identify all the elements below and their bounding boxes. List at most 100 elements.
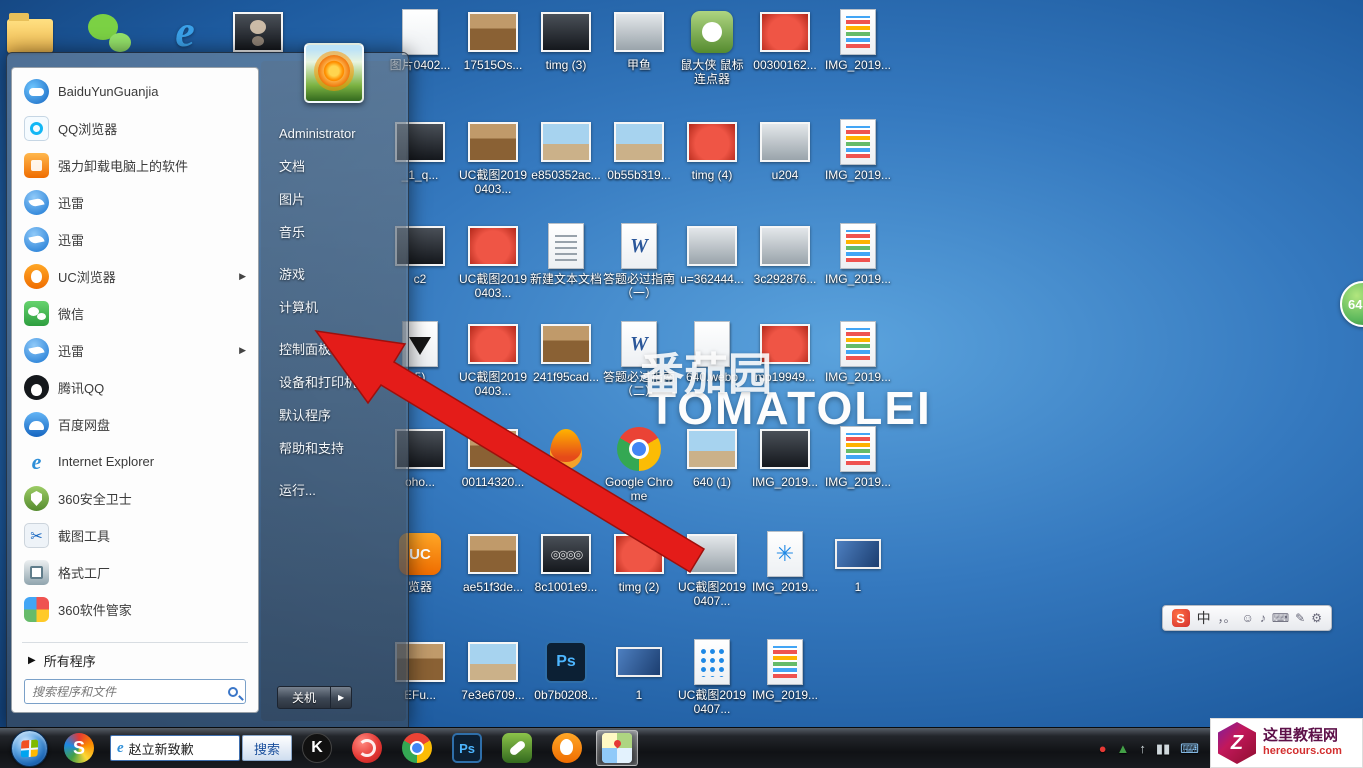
tray-icon-input-keyboard[interactable]: ⌨	[1180, 742, 1199, 755]
desktop-icon[interactable]: IMG_2019...	[749, 425, 821, 490]
desktop-icon[interactable]: 17515Os...	[457, 8, 529, 73]
desktop-icon[interactable]: 7e3e6709...	[457, 638, 529, 703]
start-right-item-documents[interactable]: 文档	[261, 150, 406, 183]
desktop-icon[interactable]: ◎◎◎◎8c1001e9...	[530, 530, 602, 595]
desktop-icon[interactable]: 1	[603, 638, 675, 703]
desktop-icon[interactable]: h...	[530, 425, 602, 490]
taskbar-app-chrome[interactable]	[396, 730, 438, 766]
start-right-item-computer[interactable]: 计算机	[261, 291, 406, 324]
speed-ball-widget[interactable]: 64	[1340, 281, 1363, 327]
taskbar-app-capsule-app[interactable]	[496, 730, 538, 766]
start-right-item-music[interactable]: 音乐	[261, 216, 406, 249]
start-right-item-user-name[interactable]: Administrator	[261, 117, 406, 150]
desktop-icon-internet-explorer[interactable]: e	[149, 8, 221, 56]
desktop-icon[interactable]: IMG_2019...	[822, 118, 894, 183]
desktop-icon[interactable]: UC截图20190403...	[457, 320, 529, 399]
desktop-icon[interactable]: UC截图20190407...	[676, 638, 748, 717]
input-bar-tool-5[interactable]: ⚙	[1311, 611, 1322, 625]
start-menu-item-force-uninstall[interactable]: 强力卸载电脑上的软件	[16, 147, 254, 184]
input-bar-tool-2[interactable]: ♪	[1260, 611, 1266, 625]
desktop-icon-folder[interactable]	[0, 8, 66, 56]
desktop-icon[interactable]: timg (3)	[530, 8, 602, 73]
desktop-icon[interactable]: 新建文本文档	[530, 222, 602, 287]
desktop-icon[interactable]: 241f95cad...	[530, 320, 602, 385]
desktop-icon[interactable]: IMG_2019...	[822, 425, 894, 490]
input-mode-indicator[interactable]: 中	[1197, 608, 1211, 628]
user-avatar[interactable]	[304, 43, 364, 103]
desktop-icon[interactable]: UC截图20190403...	[457, 222, 529, 301]
desktop-icon[interactable]: UC截图20190407...	[676, 530, 748, 609]
desktop-icon[interactable]: IMG_2019...	[822, 222, 894, 287]
desktop-icon[interactable]: 鼠大侠 鼠标连点器	[676, 8, 748, 87]
start-right-item-help-and-support[interactable]: 帮助和支持	[261, 432, 406, 465]
desktop-icon[interactable]: UC截图20190403...	[457, 118, 529, 197]
taskbar-app-uc-browser[interactable]	[546, 730, 588, 766]
start-menu-item-thunder-3[interactable]: 迅雷▶	[16, 332, 254, 369]
desktop-icon[interactable]: IMG_2019...	[822, 8, 894, 73]
start-search-box[interactable]: 搜索程序和文件	[24, 679, 246, 704]
desktop-icon-label: IMG_2019...	[822, 59, 894, 73]
start-menu-item-internet-explorer[interactable]: eInternet Explorer	[16, 443, 254, 480]
tray-icon-sogou-tray[interactable]: ●	[1099, 742, 1107, 755]
desktop-icon[interactable]: 640 (1)	[676, 425, 748, 490]
start-menu-item-360-software-manager[interactable]: 360软件管家	[16, 591, 254, 628]
taskbar-app-k-app[interactable]: K	[296, 730, 338, 766]
start-right-item-default-programs[interactable]: 默认程序	[261, 399, 406, 432]
input-bar-tool-1[interactable]: ☺	[1242, 611, 1254, 625]
start-menu-item-qq-browser[interactable]: QQ浏览器	[16, 110, 254, 147]
start-menu-item-baiduyun-guanjia[interactable]: BaiduYunGuanjia	[16, 73, 254, 110]
start-menu-item-thunder-2[interactable]: 迅雷	[16, 221, 254, 258]
start-right-item-pictures[interactable]: 图片	[261, 183, 406, 216]
start-menu-item-uc-browser[interactable]: UC浏览器▶	[16, 258, 254, 295]
desktop-icon[interactable]: W答题必过指南（一）	[603, 222, 675, 301]
tray-icon-show-hidden[interactable]: ↑	[1139, 742, 1146, 755]
start-menu-item-wechat[interactable]: 微信	[16, 295, 254, 332]
start-menu-item-format-factory[interactable]: 格式工厂	[16, 554, 254, 591]
start-right-item-control-panel[interactable]: 控制面板	[261, 333, 406, 366]
desktop-icon[interactable]: 00300162...	[749, 8, 821, 73]
taskbar-app-map-window[interactable]	[596, 730, 638, 766]
desktop-icon[interactable]: 0b55b319...	[603, 118, 675, 183]
desktop-icon[interactable]: Google Chrome	[603, 425, 675, 504]
start-menu-item-360-safeguard[interactable]: 360安全卫士	[16, 480, 254, 517]
start-menu-item-thunder-1[interactable]: 迅雷	[16, 184, 254, 221]
start-menu-item-snipping-tool[interactable]: ✂截图工具	[16, 517, 254, 554]
all-programs-item[interactable]: ▶ 所有程序	[16, 645, 254, 675]
shutdown-controls: 关机 ▶	[277, 686, 352, 709]
desktop-icon[interactable]: 1	[822, 530, 894, 595]
desktop-icon[interactable]: Ps0b7b0208...	[530, 638, 602, 703]
input-bar-tool-3[interactable]: ⌨	[1272, 611, 1289, 625]
input-bar-tool-0[interactable]: ，。	[1218, 611, 1236, 625]
desktop-icon[interactable]: IMG_2019...	[749, 638, 821, 703]
desktop-icon[interactable]: e850352ac...	[530, 118, 602, 183]
start-menu-item-tencent-qq[interactable]: 腾讯QQ	[16, 369, 254, 406]
desktop-icon[interactable]: ae51f3de...	[457, 530, 529, 595]
taskbar-search-box[interactable]: e 赵立新致歉	[110, 735, 240, 761]
start-right-item-games[interactable]: 游戏	[261, 258, 406, 291]
desktop-icon-wechat[interactable]	[74, 8, 146, 56]
taskbar-app-sogou-browser[interactable]: S	[58, 730, 100, 766]
desktop-icon-portrait-photo[interactable]	[222, 8, 294, 56]
sogou-input-bar[interactable]: S 中 ，。☺♪⌨✎⚙	[1162, 605, 1332, 631]
start-right-item-run[interactable]: 运行...	[261, 474, 406, 507]
desktop-icon[interactable]: 00114320...	[457, 425, 529, 490]
desktop-icon[interactable]: ✳IMG_2019...	[749, 530, 821, 595]
start-right-item-devices-and-printers[interactable]: 设备和打印机	[261, 366, 406, 399]
start-button[interactable]	[4, 728, 54, 768]
desktop-icon[interactable]: IMG_2019...	[822, 320, 894, 385]
desktop-icon[interactable]: timg (4)	[676, 118, 748, 183]
desktop-icon[interactable]: 3c292876...	[749, 222, 821, 287]
tray-icon-network[interactable]: ▮▮	[1156, 742, 1170, 755]
taskbar-search-button[interactable]: 搜索	[242, 735, 292, 761]
tray-icon-security-tray[interactable]: ▲	[1117, 742, 1130, 755]
desktop-icon[interactable]: 甲鱼	[603, 8, 675, 73]
shutdown-button[interactable]: 关机	[277, 686, 331, 709]
start-menu-item-baidu-netdisk[interactable]: 百度网盘	[16, 406, 254, 443]
taskbar-app-360-safe[interactable]	[346, 730, 388, 766]
desktop-icon[interactable]: timg (2)	[603, 530, 675, 595]
input-bar-tool-4[interactable]: ✎	[1295, 611, 1305, 625]
shutdown-options-arrow[interactable]: ▶	[331, 686, 352, 709]
taskbar-app-photoshop[interactable]: Ps	[446, 730, 488, 766]
desktop-icon[interactable]: u=362444...	[676, 222, 748, 287]
desktop-icon[interactable]: u204	[749, 118, 821, 183]
